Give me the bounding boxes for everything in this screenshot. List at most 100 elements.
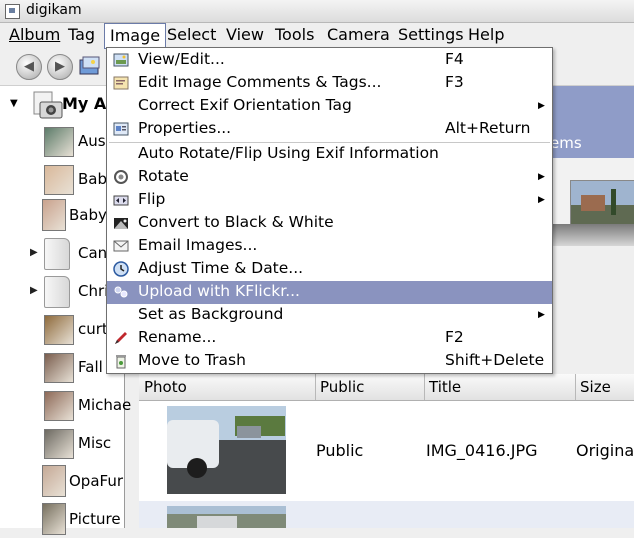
menu-help[interactable]: Help bbox=[463, 23, 509, 47]
album-name: Bab bbox=[78, 170, 108, 188]
album-name: Can bbox=[78, 244, 108, 262]
menubar: Album Tag Image Select View Tools Camera… bbox=[0, 23, 634, 49]
menu-item-shortcut: F2 bbox=[445, 328, 464, 346]
row-photo-thumbnail bbox=[167, 406, 286, 494]
album-thumbnail bbox=[44, 391, 74, 421]
black-white-icon bbox=[113, 215, 129, 231]
expand-arrow-icon[interactable]: ▶ bbox=[30, 247, 38, 258]
kflickr-icon bbox=[113, 284, 129, 300]
album-name: OpaFur bbox=[69, 472, 124, 490]
email-icon bbox=[113, 238, 129, 254]
album-thumbnail bbox=[44, 127, 74, 157]
menu-item-label: Flip bbox=[138, 190, 166, 208]
flip-icon bbox=[113, 192, 129, 208]
menu-item-label: Convert to Black & White bbox=[138, 213, 334, 231]
expand-arrow-icon[interactable]: ▶ bbox=[30, 285, 38, 296]
menu-item-label: Edit Image Comments & Tags... bbox=[138, 73, 382, 91]
back-arrow-icon[interactable]: ◀ bbox=[16, 54, 42, 80]
album-name: Misc bbox=[78, 434, 112, 452]
menu-item-shortcut: Shift+Delete bbox=[445, 351, 545, 369]
menu-tag[interactable]: Tag bbox=[63, 23, 100, 47]
menu-item[interactable]: Set as Background ▶ bbox=[107, 304, 552, 327]
menu-item-label: Email Images... bbox=[138, 236, 258, 254]
menu-select[interactable]: Select bbox=[162, 23, 221, 47]
menu-item[interactable]: Convert to Black & White bbox=[107, 212, 552, 235]
menu-item[interactable]: Correct Exif Orientation Tag ▶ bbox=[107, 95, 552, 118]
submenu-arrow-icon: ▶ bbox=[538, 310, 545, 320]
menu-item[interactable]: Auto Rotate/Flip Using Exif Information bbox=[107, 143, 552, 166]
image-menu-dropdown: View/Edit... F4 Edit Image Comments & Tags… bbox=[106, 47, 553, 374]
album-name: curt bbox=[78, 320, 108, 338]
window-titlebar: digikam bbox=[0, 0, 634, 23]
albums-root-icon bbox=[33, 91, 63, 119]
folder-icon bbox=[44, 238, 70, 270]
menu-item-label: Adjust Time & Date... bbox=[138, 259, 304, 277]
albums-root-label: My Al bbox=[62, 94, 112, 113]
column-public[interactable]: Public bbox=[315, 374, 425, 400]
sidebar-album-item[interactable]: Picture bbox=[0, 502, 124, 538]
row-title: IMG_0416.JPG bbox=[426, 441, 538, 460]
menu-item-label: Upload with KFlickr... bbox=[138, 282, 300, 300]
submenu-arrow-icon: ▶ bbox=[538, 101, 545, 111]
menu-settings[interactable]: Settings bbox=[393, 23, 469, 47]
menu-item-label: Move to Trash bbox=[138, 351, 246, 369]
album-thumbnail bbox=[42, 199, 66, 231]
table-row[interactable] bbox=[139, 501, 634, 528]
menu-view[interactable]: View bbox=[221, 23, 269, 47]
sidebar-album-item[interactable]: Michae bbox=[0, 388, 131, 424]
menu-item-label: Rotate bbox=[138, 167, 189, 185]
menu-item-label: Auto Rotate/Flip Using Exif Information bbox=[138, 144, 439, 162]
view-edit-icon bbox=[113, 52, 129, 68]
menu-item[interactable]: Flip ▶ bbox=[107, 189, 552, 212]
row-photo-thumbnail bbox=[167, 506, 286, 528]
album-thumbnail bbox=[44, 353, 74, 383]
sidebar-album-item[interactable]: Misc bbox=[0, 426, 124, 462]
menu-item-label: Correct Exif Orientation Tag bbox=[138, 96, 352, 114]
comments-tags-icon bbox=[113, 75, 129, 91]
menu-item[interactable]: Edit Image Comments & Tags... F3 bbox=[107, 72, 552, 95]
menu-item[interactable]: View/Edit... F4 bbox=[107, 49, 552, 72]
window-title: digikam bbox=[26, 2, 82, 18]
menu-image[interactable]: Image bbox=[104, 23, 167, 49]
row-public: Public bbox=[316, 441, 364, 460]
album-name: Chri bbox=[78, 282, 109, 300]
menu-item-label: View/Edit... bbox=[138, 50, 225, 68]
rename-pen-icon bbox=[113, 330, 129, 346]
row-size: Original bbox=[576, 441, 634, 460]
album-name: Picture bbox=[69, 510, 121, 528]
menu-camera[interactable]: Camera bbox=[322, 23, 395, 47]
trash-icon bbox=[113, 353, 129, 369]
album-thumbnail bbox=[42, 465, 66, 497]
forward-arrow-icon[interactable]: ▶ bbox=[47, 54, 73, 80]
menu-album[interactable]: Album bbox=[4, 23, 65, 47]
menu-tools[interactable]: Tools bbox=[270, 23, 319, 47]
menu-item[interactable]: Rename... F2 bbox=[107, 327, 552, 350]
menu-item[interactable]: Email Images... bbox=[107, 235, 552, 258]
image-tool-icon[interactable] bbox=[78, 55, 102, 77]
rotate-icon bbox=[113, 169, 129, 185]
album-thumbnail bbox=[44, 429, 74, 459]
album-thumbnail bbox=[44, 315, 74, 345]
column-size[interactable]: Size bbox=[575, 374, 634, 400]
strip-thumbnail[interactable] bbox=[570, 180, 634, 226]
app-icon bbox=[5, 4, 20, 19]
table-row[interactable]: Public IMG_0416.JPG Original bbox=[139, 401, 634, 501]
collapse-arrow-icon[interactable]: ▼ bbox=[10, 98, 18, 109]
menu-item-label: Set as Background bbox=[138, 305, 284, 323]
menu-item[interactable]: Upload with KFlickr... bbox=[107, 281, 552, 304]
column-photo[interactable]: Photo bbox=[139, 374, 316, 400]
upload-table-header: Photo Public Title Size bbox=[139, 374, 634, 401]
album-name: Fall bbox=[78, 358, 103, 376]
submenu-arrow-icon: ▶ bbox=[538, 172, 545, 182]
column-title[interactable]: Title bbox=[424, 374, 576, 400]
sidebar-album-item[interactable]: OpaFur bbox=[0, 464, 124, 500]
menu-item-label: Rename... bbox=[138, 328, 217, 346]
album-name: Baby bbox=[69, 206, 107, 224]
album-thumbnail bbox=[44, 165, 74, 195]
menu-item[interactable]: Rotate ▶ bbox=[107, 166, 552, 189]
menu-item[interactable]: Adjust Time & Date... bbox=[107, 258, 552, 281]
menu-item[interactable]: Properties... Alt+Return bbox=[107, 118, 552, 141]
menu-item-label: Properties... bbox=[138, 119, 232, 137]
menu-item[interactable]: Move to Trash Shift+Delete bbox=[107, 350, 552, 373]
album-thumbnail bbox=[42, 503, 66, 535]
